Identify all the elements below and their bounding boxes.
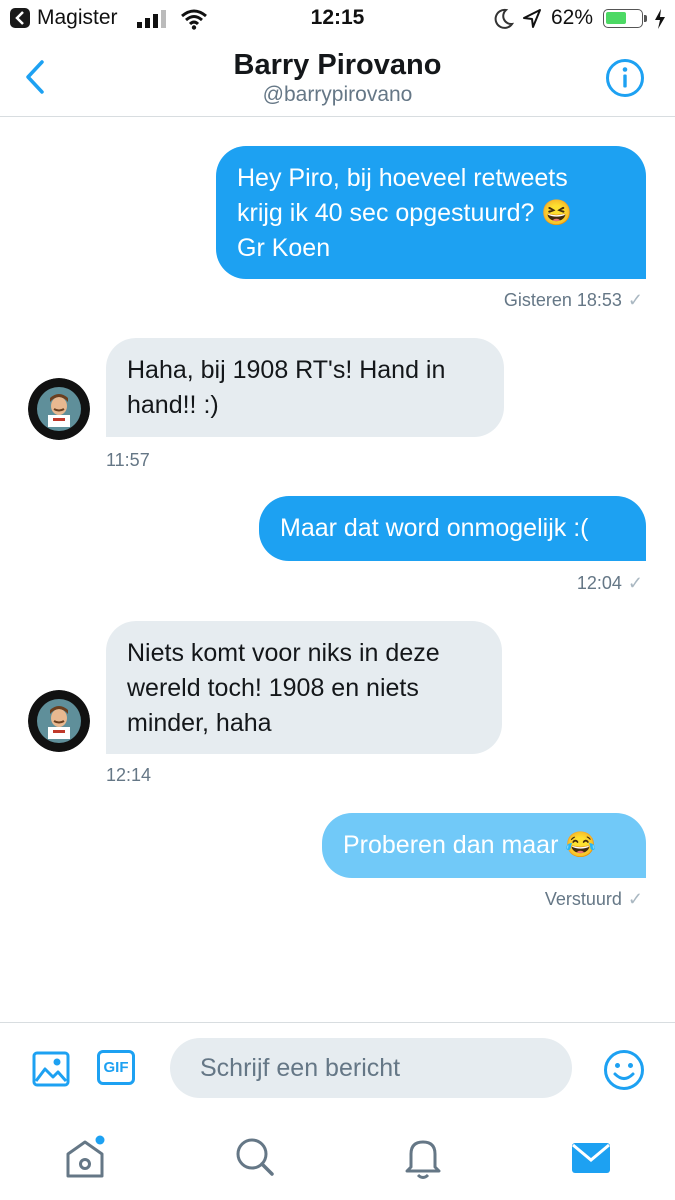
message-line: Proberen dan maar 😂 (343, 831, 597, 859)
avatar[interactable] (28, 378, 90, 440)
bell-icon[interactable] (398, 1132, 448, 1182)
image-icon[interactable] (32, 1050, 70, 1088)
contact-handle: @barrypirovano (262, 83, 413, 106)
message-bubble-outgoing[interactable]: Maar dat word onmogelijk :( (259, 496, 646, 561)
contact-name[interactable]: Barry Pirovano (0, 49, 675, 82)
message-status: Verstuurd ✓ (545, 889, 643, 910)
timestamp-text: 12:04 (576, 573, 622, 593)
message-bubble-outgoing[interactable]: Hey Piro, bij hoeveel retweets krijg ik … (216, 146, 646, 279)
message-bubble-incoming[interactable]: Haha, bij 1908 RT's! Hand in hand!! :) (106, 338, 504, 437)
message-bubble-incoming[interactable]: Niets komt voor niks in deze wereld toch… (106, 621, 502, 754)
envelope-icon[interactable] (566, 1132, 616, 1182)
charging-bolt-icon (655, 9, 665, 29)
battery-level-fill (606, 12, 626, 24)
message-input[interactable] (170, 1038, 572, 1098)
timestamp-text: Gisteren 18:53 (503, 290, 622, 310)
message-line: minder, haha (127, 709, 272, 737)
message-line: Maar dat word onmogelijk :( (280, 514, 589, 542)
message-line: Gr Koen (237, 234, 331, 262)
message-line: wereld toch! 1908 en niets (127, 674, 419, 702)
message-line: Haha, bij 1908 RT's! Hand in (127, 356, 446, 384)
status-text: Verstuurd (544, 889, 622, 909)
message-line: krijg ik 40 sec opgestuurd? 😆 (237, 199, 573, 227)
message-line: Hey Piro, bij hoeveel retweets (237, 164, 568, 192)
avatar[interactable] (28, 690, 90, 752)
tab-bar (0, 1114, 675, 1200)
gif-button[interactable]: GIF (97, 1050, 135, 1085)
message-line: hand!! :) (127, 391, 219, 419)
message-timestamp: 12:04 ✓ (577, 573, 643, 594)
home-icon[interactable] (62, 1132, 112, 1182)
sent-check-icon: ✓ (627, 573, 643, 593)
status-bar: Magister 12:15 62% (0, 0, 675, 38)
location-arrow-icon (523, 9, 541, 28)
smiley-icon[interactable] (603, 1049, 645, 1091)
message-line: Niets komt voor niks in deze (127, 639, 440, 667)
battery-percentage: 62% (551, 6, 594, 29)
sent-check-icon: ✓ (627, 889, 643, 909)
message-timestamp: 12:14 (106, 765, 152, 785)
info-icon[interactable] (605, 58, 645, 98)
moon-icon (494, 8, 514, 29)
conversation-header: Barry Pirovano @barrypirovano (0, 38, 675, 117)
message-timestamp: Gisteren 18:53 ✓ (504, 290, 643, 311)
message-composer: GIF (0, 1022, 675, 1115)
message-timestamp: 11:57 (106, 450, 150, 470)
message-bubble-outgoing[interactable]: Proberen dan maar 😂 (322, 813, 646, 878)
search-icon[interactable] (230, 1132, 280, 1182)
battery-icon (603, 9, 647, 28)
sent-check-icon: ✓ (627, 290, 643, 310)
